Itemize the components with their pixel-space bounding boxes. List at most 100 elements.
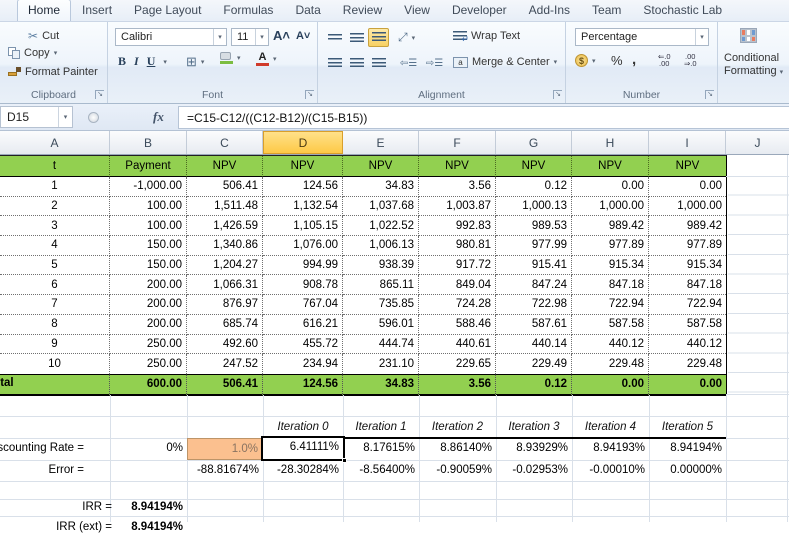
ribbon-tab-page-layout[interactable]: Page Layout xyxy=(123,0,212,21)
iteration-header[interactable]: Iteration 3 xyxy=(496,416,572,438)
error-cell[interactable]: -0.00010% xyxy=(572,460,649,481)
formula-bar-circle-button[interactable] xyxy=(88,112,99,123)
rate-cell[interactable]: 8.93929% xyxy=(496,438,572,459)
header-cell[interactable]: NPV xyxy=(496,156,572,177)
table-cell[interactable]: 977.99 xyxy=(496,236,572,256)
table-cell[interactable]: 989.53 xyxy=(496,216,572,237)
table-cell[interactable]: 506.41 xyxy=(187,177,263,197)
align-left-button[interactable] xyxy=(324,54,345,73)
table-cell[interactable]: 989.42 xyxy=(649,216,726,237)
total-cell[interactable]: 3.56 xyxy=(419,373,496,396)
table-cell[interactable]: 876.97 xyxy=(187,295,263,315)
total-cell[interactable]: 506.41 xyxy=(187,373,263,396)
table-cell[interactable]: 685.74 xyxy=(187,314,263,335)
table-cell[interactable]: 1,000.13 xyxy=(496,196,572,217)
ribbon-tab-view[interactable]: View xyxy=(393,0,441,21)
alignment-dialog-launcher[interactable]: ↘ xyxy=(553,90,562,99)
number-dialog-launcher[interactable]: ↘ xyxy=(705,90,714,99)
table-cell[interactable]: 1,006.13 xyxy=(343,236,419,256)
header-cell[interactable]: NPV xyxy=(263,156,343,177)
table-cell[interactable]: 847.18 xyxy=(649,275,726,296)
table-cell[interactable]: 908.78 xyxy=(263,275,343,296)
ribbon-tab-data[interactable]: Data xyxy=(284,0,331,21)
table-cell[interactable]: 977.89 xyxy=(649,236,726,256)
table-cell[interactable]: 1,022.52 xyxy=(343,216,419,237)
font-name-combo[interactable]: Calibri ▾ xyxy=(115,28,227,46)
table-cell[interactable]: 847.24 xyxy=(496,275,572,296)
column-header-h[interactable]: H xyxy=(572,131,649,154)
table-cell[interactable]: 938.39 xyxy=(343,255,419,276)
formula-input[interactable]: =C15-C12/((C12-B12)/(C15-B15)) xyxy=(178,106,789,129)
error-cell[interactable]: -88.81674% xyxy=(187,460,263,481)
table-cell[interactable]: 994.99 xyxy=(263,255,343,276)
table-cell[interactable]: 229.48 xyxy=(649,354,726,374)
bottom-align-button[interactable] xyxy=(368,28,389,47)
fill-handle[interactable] xyxy=(342,458,347,463)
name-box[interactable]: D15 ▾ xyxy=(0,106,73,128)
table-cell[interactable]: 1,105.15 xyxy=(263,216,343,237)
table-cell[interactable]: 150.00 xyxy=(110,255,187,276)
bold-button[interactable]: B xyxy=(118,54,126,69)
table-cell[interactable]: 200.00 xyxy=(110,314,187,335)
irr-value[interactable]: 8.94194% xyxy=(131,499,183,516)
column-header-c[interactable]: C xyxy=(187,131,263,154)
table-cell[interactable]: 587.61 xyxy=(496,314,572,335)
irr-label[interactable]: IRR = xyxy=(82,499,112,516)
table-cell[interactable]: 587.58 xyxy=(572,314,649,335)
total-label-cell[interactable]: Total xyxy=(0,373,110,396)
table-cell[interactable]: 5 xyxy=(0,255,110,276)
ribbon-tab-team[interactable]: Team xyxy=(581,0,632,21)
table-cell[interactable]: 865.11 xyxy=(343,275,419,296)
table-cell[interactable]: 588.46 xyxy=(419,314,496,335)
iteration-header[interactable]: Iteration 2 xyxy=(419,416,496,438)
ribbon-tab-formulas[interactable]: Formulas xyxy=(212,0,284,21)
column-header-j[interactable]: J xyxy=(726,131,789,154)
table-cell[interactable]: 200.00 xyxy=(110,295,187,315)
irr-ext-value[interactable]: 8.94194% xyxy=(131,517,183,538)
error-cell[interactable]: -28.30284% xyxy=(263,460,343,481)
ribbon-tab-developer[interactable]: Developer xyxy=(441,0,518,21)
font-size-combo[interactable]: 11 ▾ xyxy=(231,28,269,46)
cut-button[interactable]: ✂ Cut xyxy=(28,29,59,43)
table-cell[interactable]: 150.00 xyxy=(110,236,187,256)
rate-cell[interactable]: 8.94194% xyxy=(649,438,726,459)
table-cell[interactable]: 917.72 xyxy=(419,255,496,276)
table-cell[interactable]: 1,003.87 xyxy=(419,196,496,217)
initial-rate-cell[interactable]: 0% xyxy=(110,438,187,459)
total-cell[interactable]: 34.83 xyxy=(343,373,419,396)
comma-style-button[interactable]: , xyxy=(632,51,636,68)
iteration-header[interactable]: Iteration 0 xyxy=(263,416,343,438)
insert-function-button[interactable]: fx xyxy=(153,109,164,125)
table-cell[interactable]: 229.48 xyxy=(572,354,649,374)
wrap-text-button[interactable]: ↵ Wrap Text xyxy=(453,30,520,44)
header-cell[interactable]: NPV xyxy=(649,156,726,177)
rate-cell[interactable]: 8.94193% xyxy=(572,438,649,459)
header-cell[interactable]: Payment xyxy=(110,156,187,177)
table-cell[interactable]: 10 xyxy=(0,354,110,374)
column-header-d-selected[interactable]: D xyxy=(263,131,343,154)
decrease-decimal-button[interactable]: .00 ⇒.0 xyxy=(684,53,697,68)
input-rate-cell[interactable]: 1.0% xyxy=(187,438,263,460)
table-cell[interactable]: 3 xyxy=(0,216,110,237)
table-cell[interactable]: 616.21 xyxy=(263,314,343,335)
table-cell[interactable]: 4 xyxy=(0,236,110,256)
table-cell[interactable]: 250.00 xyxy=(110,354,187,374)
table-cell[interactable]: 849.04 xyxy=(419,275,496,296)
table-cell[interactable]: 977.89 xyxy=(572,236,649,256)
table-cell[interactable]: 1,000.00 xyxy=(572,196,649,217)
table-cell[interactable]: 1,076.00 xyxy=(263,236,343,256)
header-cell[interactable]: t xyxy=(0,156,110,177)
font-dialog-launcher[interactable]: ↘ xyxy=(305,90,314,99)
table-cell[interactable]: 1,037.68 xyxy=(343,196,419,217)
table-cell[interactable]: 231.10 xyxy=(343,354,419,374)
table-cell[interactable]: 992.83 xyxy=(419,216,496,237)
error-cell[interactable]: -0.02953% xyxy=(496,460,572,481)
table-cell[interactable]: 847.18 xyxy=(572,275,649,296)
grow-font-icon[interactable]: A˄ xyxy=(273,28,290,43)
decrease-indent-button[interactable]: ⇦☰ xyxy=(398,54,419,73)
table-cell[interactable]: 440.14 xyxy=(496,334,572,355)
italic-button[interactable]: I xyxy=(134,54,139,69)
total-cell[interactable]: 0.00 xyxy=(572,373,649,396)
table-cell[interactable]: 229.65 xyxy=(419,354,496,374)
table-cell[interactable]: 3.56 xyxy=(419,177,496,197)
